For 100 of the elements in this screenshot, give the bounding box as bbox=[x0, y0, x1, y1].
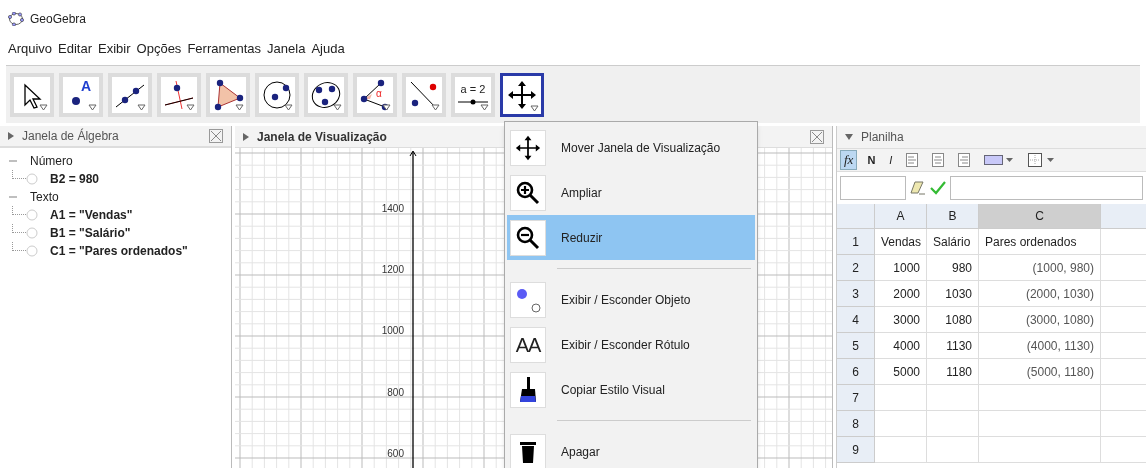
trash-icon bbox=[519, 439, 537, 464]
panel-title: Planilha bbox=[861, 129, 904, 146]
row-header[interactable]: 9 bbox=[837, 437, 875, 463]
cell-name-field[interactable] bbox=[840, 176, 906, 200]
column-header[interactable]: C bbox=[979, 204, 1101, 229]
dropdown-triangle-icon bbox=[530, 104, 539, 112]
table-cell[interactable]: (2000, 1030) bbox=[979, 281, 1101, 307]
formula-toggle[interactable]: fx bbox=[840, 150, 858, 170]
table-cell[interactable] bbox=[927, 437, 979, 463]
slider-icon bbox=[457, 99, 489, 105]
zoom-out-icon bbox=[515, 224, 541, 251]
formula-input-field[interactable] bbox=[950, 176, 1143, 200]
algebra-item[interactable]: B1 = "Salário" bbox=[50, 224, 131, 242]
table-cell[interactable]: (5000, 1180) bbox=[979, 359, 1101, 385]
table-cell[interactable] bbox=[979, 411, 1101, 437]
table-cell[interactable]: (3000, 1080) bbox=[979, 307, 1101, 333]
window-title: GeoGebra bbox=[30, 11, 87, 28]
row-header[interactable]: 8 bbox=[837, 411, 875, 437]
visibility-toggle-icon[interactable] bbox=[26, 245, 38, 257]
row-header[interactable]: 5 bbox=[837, 333, 875, 359]
table-cell[interactable] bbox=[927, 411, 979, 437]
close-icon[interactable] bbox=[810, 129, 824, 144]
tool-button[interactable] bbox=[500, 72, 544, 117]
row-header[interactable]: 4 bbox=[837, 307, 875, 333]
visibility-toggle-icon[interactable] bbox=[26, 209, 38, 221]
tool-button[interactable]: α bbox=[353, 72, 397, 117]
row-header[interactable]: 6 bbox=[837, 359, 875, 385]
italic-button[interactable]: I bbox=[885, 150, 897, 170]
menu-option[interactable]: Apagar bbox=[507, 429, 755, 468]
row-header[interactable]: 3 bbox=[837, 281, 875, 307]
table-cell[interactable] bbox=[875, 385, 927, 411]
expand-triangle-icon[interactable] bbox=[845, 134, 853, 140]
menu-option[interactable]: Ampliar bbox=[507, 170, 755, 215]
label-icon: AA bbox=[515, 334, 541, 355]
dropdown-triangle-icon bbox=[88, 103, 97, 111]
point-icon bbox=[70, 94, 82, 107]
collapse-triangle-icon[interactable] bbox=[243, 132, 249, 141]
table-cell[interactable] bbox=[979, 385, 1101, 411]
table-cell[interactable]: 4000 bbox=[875, 333, 927, 359]
check-icon[interactable] bbox=[930, 181, 946, 195]
algebra-item[interactable]: C1 = "Pares ordenados" bbox=[50, 242, 188, 260]
row-header[interactable]: 7 bbox=[837, 385, 875, 411]
table-cell[interactable] bbox=[875, 437, 927, 463]
axis-tick-label: 1200 bbox=[381, 265, 404, 276]
close-icon[interactable] bbox=[209, 129, 223, 143]
axis-tick-label: 1400 bbox=[381, 204, 404, 214]
table-cell[interactable] bbox=[979, 437, 1101, 463]
table-cell[interactable]: 5000 bbox=[875, 359, 927, 385]
dropdown-triangle-icon bbox=[333, 103, 342, 111]
bold-button[interactable]: N bbox=[863, 150, 880, 170]
row-header[interactable]: 1 bbox=[837, 229, 875, 255]
menu-option[interactable]: Copiar Estilo Visual bbox=[507, 367, 755, 412]
table-cell[interactable]: 1000 bbox=[875, 255, 927, 281]
menu-item[interactable]: Arquivo bbox=[8, 39, 53, 59]
table-cell[interactable]: 980 bbox=[927, 255, 979, 281]
angle-label: α bbox=[376, 88, 382, 99]
eraser-icon[interactable] bbox=[910, 181, 926, 195]
visibility-toggle-icon[interactable] bbox=[26, 227, 38, 239]
tool-button[interactable]: A bbox=[59, 72, 103, 117]
menu-item[interactable]: Editar bbox=[58, 39, 93, 59]
menu-option[interactable]: Mover Janela de Visualização bbox=[507, 125, 755, 170]
menu-option[interactable]: Reduzir bbox=[507, 215, 755, 260]
menu-option[interactable]: AA Exibir / Esconder Rótulo bbox=[507, 322, 755, 367]
menu-item[interactable]: Exibir bbox=[98, 39, 131, 59]
move-arrows-icon bbox=[515, 134, 541, 161]
visibility-toggle-icon[interactable] bbox=[26, 173, 38, 185]
collapse-triangle-icon[interactable] bbox=[8, 132, 14, 140]
table-cell[interactable]: Vendas bbox=[875, 229, 927, 255]
panel-title: Janela de Álgebra bbox=[22, 127, 120, 145]
menu-item[interactable]: Janela bbox=[267, 39, 306, 59]
table-cell[interactable]: 1080 bbox=[927, 307, 979, 333]
menu-item[interactable]: Opções bbox=[136, 39, 182, 59]
table-cell[interactable]: 3000 bbox=[875, 307, 927, 333]
algebra-item[interactable]: B2 = 980 bbox=[50, 170, 100, 188]
table-cell[interactable]: (1000, 980) bbox=[979, 255, 1101, 281]
table-cell[interactable]: 2000 bbox=[875, 281, 927, 307]
dropdown-triangle-icon bbox=[39, 103, 48, 111]
row-header[interactable]: 2 bbox=[837, 255, 875, 281]
app-logo-icon bbox=[8, 12, 24, 26]
column-header[interactable]: B bbox=[927, 204, 979, 229]
table-cell[interactable] bbox=[927, 385, 979, 411]
dropdown-triangle-icon bbox=[382, 103, 391, 111]
menu-item[interactable]: Ferramentas bbox=[187, 39, 262, 59]
table-cell[interactable] bbox=[875, 411, 927, 437]
triangle-icon bbox=[212, 78, 244, 111]
table-cell[interactable]: Salário bbox=[927, 229, 979, 255]
menu-item[interactable]: Ajuda bbox=[311, 39, 345, 59]
menu-option[interactable]: Exibir / Esconder Objeto bbox=[507, 277, 755, 322]
dropdown-triangle-icon bbox=[235, 103, 244, 111]
table-cell[interactable]: Pares ordenados bbox=[979, 229, 1101, 255]
panel-title: Janela de Visualização bbox=[257, 128, 388, 146]
table-cell[interactable]: (4000, 1130) bbox=[979, 333, 1101, 359]
column-header[interactable]: A bbox=[875, 204, 927, 229]
algebra-item[interactable]: A1 = "Vendas" bbox=[50, 206, 133, 224]
dropdown-triangle-icon bbox=[186, 103, 195, 111]
group-label: Texto bbox=[30, 189, 59, 206]
table-cell[interactable]: 1030 bbox=[927, 281, 979, 307]
table-cell[interactable]: 1180 bbox=[927, 359, 979, 385]
tool-button[interactable]: a = 2 bbox=[451, 72, 495, 117]
table-cell[interactable]: 1130 bbox=[927, 333, 979, 359]
